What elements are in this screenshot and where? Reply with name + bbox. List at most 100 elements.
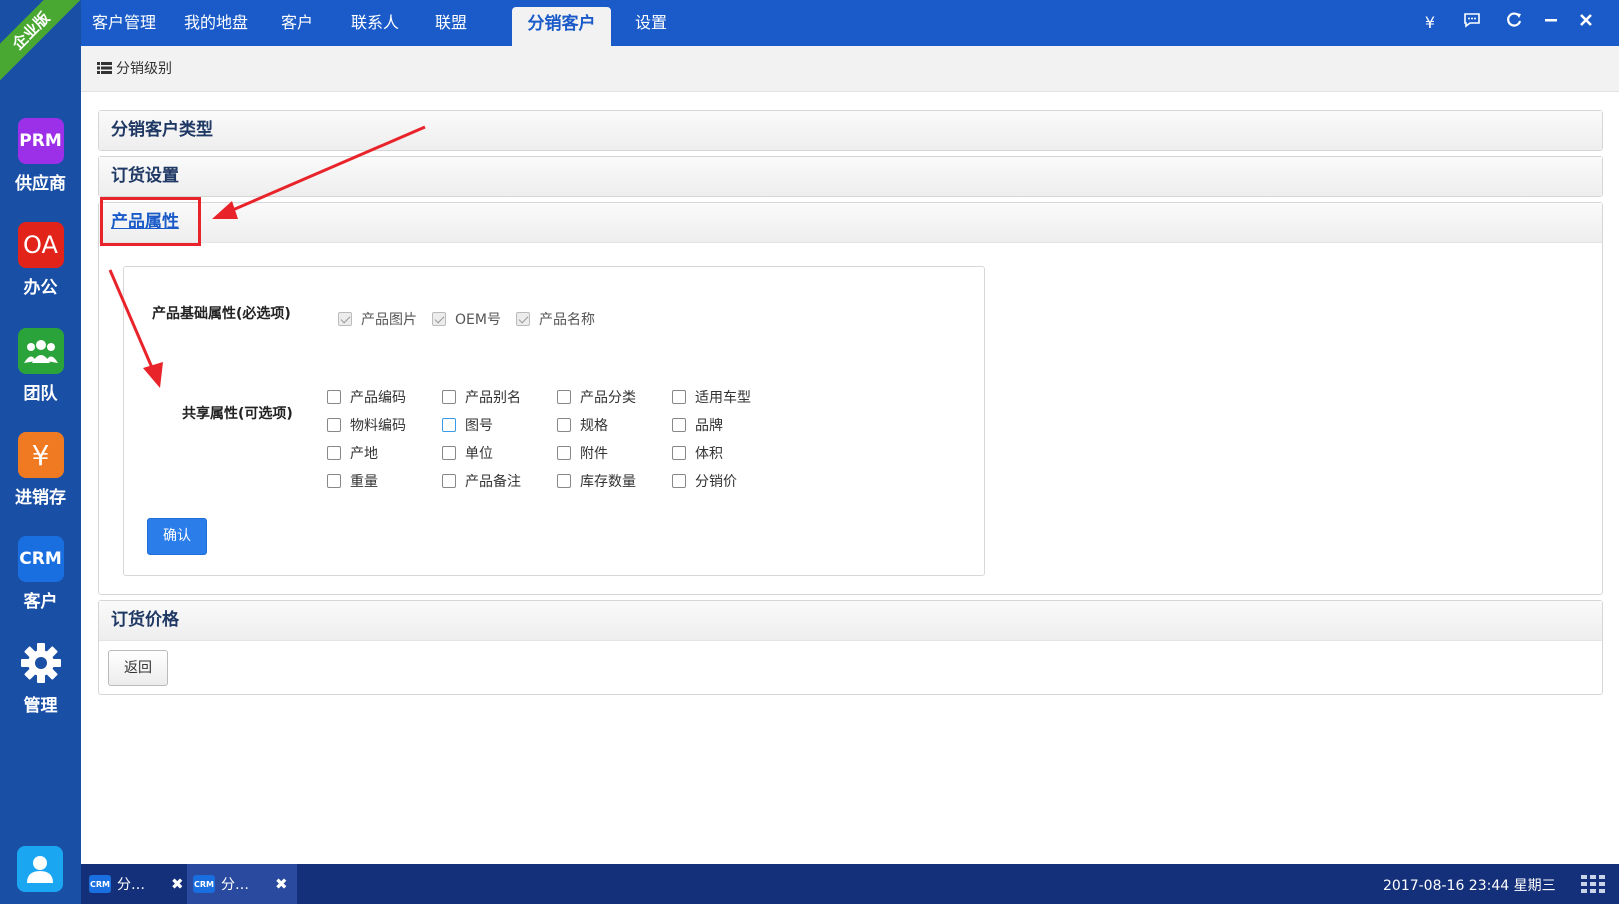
tab-contacts[interactable]: 联系人 bbox=[343, 0, 407, 46]
clock: 2017-08-16 23:44 星期三 bbox=[1383, 878, 1556, 894]
shared-checkbox[interactable]: 产品备注 bbox=[442, 471, 521, 491]
edition-label: 企业版 bbox=[0, 0, 81, 81]
shared-checkbox[interactable]: 图号 bbox=[442, 415, 493, 435]
tab-settings[interactable]: 设置 bbox=[627, 0, 675, 46]
checkbox-label: 附件 bbox=[580, 446, 608, 462]
checkbox-label: 适用车型 bbox=[695, 390, 751, 406]
checkbox[interactable] bbox=[442, 446, 456, 460]
crumb-label: 分销级别 bbox=[116, 61, 172, 77]
crm-icon: CRM bbox=[17, 536, 64, 582]
app-inventory[interactable]: ¥ 进销存 bbox=[0, 432, 81, 508]
taskbar-item-active[interactable]: CRM 分… ✖ bbox=[187, 864, 297, 904]
confirm-button[interactable]: 确认 bbox=[147, 518, 207, 555]
checkbox[interactable] bbox=[557, 418, 571, 432]
checkbox[interactable] bbox=[442, 390, 456, 404]
minimize-icon[interactable] bbox=[1539, 11, 1563, 35]
edition-ribbon: 企业版 bbox=[0, 0, 81, 81]
app-label: 供应商 bbox=[15, 174, 66, 194]
refresh-icon[interactable] bbox=[1502, 11, 1526, 35]
checkbox[interactable] bbox=[557, 390, 571, 404]
panel-header-order-price[interactable]: 订货价格 bbox=[99, 601, 1602, 640]
gear-icon bbox=[18, 640, 64, 686]
checkbox[interactable] bbox=[557, 474, 571, 488]
shared-checkbox[interactable]: 产品分类 bbox=[557, 387, 636, 407]
checkbox[interactable] bbox=[672, 446, 686, 460]
app-crm[interactable]: CRM 客户 bbox=[0, 536, 81, 612]
checkbox-label: 产品编码 bbox=[350, 390, 406, 406]
checkbox[interactable] bbox=[672, 418, 686, 432]
checkbox[interactable] bbox=[442, 418, 456, 432]
brand-title[interactable]: 客户管理 bbox=[89, 0, 159, 46]
shared-checkbox[interactable]: 产品别名 bbox=[442, 387, 521, 407]
oa-icon: OA bbox=[17, 222, 64, 268]
crm-icon: CRM bbox=[89, 875, 111, 893]
tab-distribution-customers[interactable]: 分销客户 bbox=[512, 7, 611, 46]
checkbox[interactable] bbox=[672, 474, 686, 488]
message-icon[interactable] bbox=[1460, 11, 1484, 35]
panel-order-settings: 订货设置 bbox=[98, 156, 1603, 197]
shared-checkbox[interactable]: 单位 bbox=[442, 443, 493, 463]
basic-attributes-label: 产品基础属性(必选项) bbox=[152, 306, 291, 322]
checkbox[interactable] bbox=[557, 446, 571, 460]
panel-product-attributes: 产品属性 产品基础属性(必选项) 产品图片 OEM号 产品名称 共享属性(可选项… bbox=[98, 202, 1603, 595]
task-label: 分… bbox=[221, 877, 249, 893]
checkbox-label: 产品图片 bbox=[361, 312, 417, 328]
yen-icon: ¥ bbox=[17, 432, 64, 478]
yen-icon[interactable]: ¥ bbox=[1418, 11, 1442, 35]
panel-header-order-settings[interactable]: 订货设置 bbox=[99, 157, 1602, 196]
shared-checkbox[interactable]: 体积 bbox=[672, 443, 723, 463]
checkbox-label: 产品备注 bbox=[465, 474, 521, 490]
app-oa[interactable]: OA 办公 bbox=[0, 222, 81, 298]
task-label: 分… bbox=[117, 877, 145, 893]
product-attributes-body: 产品基础属性(必选项) 产品图片 OEM号 产品名称 共享属性(可选项) 产品编… bbox=[99, 242, 1602, 594]
checkbox[interactable] bbox=[672, 390, 686, 404]
shared-checkbox[interactable]: 库存数量 bbox=[557, 471, 636, 491]
crm-icon: CRM bbox=[193, 875, 215, 893]
panel-order-price: 订货价格 返回 bbox=[98, 600, 1603, 695]
shared-checkbox[interactable]: 重量 bbox=[327, 471, 378, 491]
checkbox-label: 分销价 bbox=[695, 474, 737, 490]
close-icon[interactable]: ✖ bbox=[171, 875, 184, 893]
taskbar-item[interactable]: CRM 分… ✖ bbox=[89, 864, 191, 904]
checkbox[interactable] bbox=[327, 390, 341, 404]
app-prm[interactable]: PRM 供应商 bbox=[0, 118, 81, 194]
checkbox-label: 库存数量 bbox=[580, 474, 636, 490]
panel-header-customer-type[interactable]: 分销客户类型 bbox=[99, 111, 1602, 150]
checkbox-label: 单位 bbox=[465, 446, 493, 462]
checkbox-label: 产地 bbox=[350, 446, 378, 462]
panel-customer-type: 分销客户类型 bbox=[98, 110, 1603, 151]
checkbox[interactable] bbox=[327, 474, 341, 488]
shared-checkbox[interactable]: 物料编码 bbox=[327, 415, 406, 435]
checkbox-label: 规格 bbox=[580, 418, 608, 434]
panel-header-product-attributes[interactable]: 产品属性 bbox=[99, 203, 1602, 242]
close-icon[interactable] bbox=[1574, 11, 1598, 35]
grid-menu-icon[interactable] bbox=[1581, 875, 1605, 893]
checkbox-label: 产品名称 bbox=[539, 312, 595, 328]
checkbox-label: 体积 bbox=[695, 446, 723, 462]
back-row: 返回 bbox=[99, 640, 1602, 694]
shared-checkbox[interactable]: 附件 bbox=[557, 443, 608, 463]
tab-my-territory[interactable]: 我的地盘 bbox=[177, 0, 255, 46]
app-label: 管理 bbox=[23, 696, 58, 716]
checkbox[interactable] bbox=[327, 418, 341, 432]
app-admin[interactable]: 管理 bbox=[0, 640, 81, 716]
distribution-level-link[interactable]: 分销级别 bbox=[97, 58, 172, 78]
close-icon[interactable]: ✖ bbox=[275, 875, 288, 893]
checkbox-label: 物料编码 bbox=[350, 418, 406, 434]
shared-checkbox[interactable]: 规格 bbox=[557, 415, 608, 435]
taskbar: CRM 分… ✖ CRM 分… ✖ 2017-08-16 23:44 星期三 bbox=[81, 864, 1619, 904]
app-label: 团队 bbox=[23, 384, 58, 404]
user-avatar-button[interactable] bbox=[17, 846, 63, 892]
back-button[interactable]: 返回 bbox=[108, 650, 168, 686]
shared-checkbox[interactable]: 产品编码 bbox=[327, 387, 406, 407]
shared-checkbox[interactable]: 产地 bbox=[327, 443, 378, 463]
checkbox[interactable] bbox=[442, 474, 456, 488]
shared-checkbox[interactable]: 品牌 bbox=[672, 415, 723, 435]
shared-checkbox[interactable]: 分销价 bbox=[672, 471, 737, 491]
tab-customers[interactable]: 客户 bbox=[273, 0, 321, 46]
tab-alliance[interactable]: 联盟 bbox=[427, 0, 475, 46]
checkbox-label: 产品分类 bbox=[580, 390, 636, 406]
checkbox[interactable] bbox=[327, 446, 341, 460]
shared-checkbox[interactable]: 适用车型 bbox=[672, 387, 751, 407]
app-team[interactable]: 团队 bbox=[0, 328, 81, 404]
